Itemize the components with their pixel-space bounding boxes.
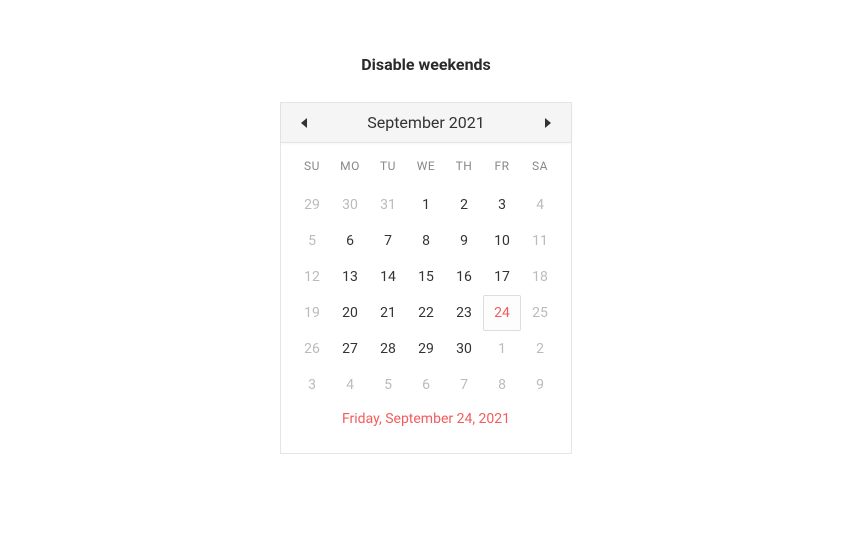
weekday-header: TH <box>445 153 483 179</box>
day-cell[interactable]: 27 <box>331 331 369 367</box>
month-year-label[interactable]: September 2021 <box>367 113 485 132</box>
day-cell[interactable]: 6 <box>331 223 369 259</box>
day-cell[interactable]: 22 <box>407 295 445 331</box>
calendar-body: SUMOTUWETHFRSA 2930311234567891011121314… <box>281 143 571 453</box>
day-cell[interactable]: 20 <box>331 295 369 331</box>
calendar-widget: September 2021 SUMOTUWETHFRSA 2930311234… <box>280 102 572 454</box>
day-cell: 11 <box>521 223 559 259</box>
calendar-header: September 2021 <box>281 103 571 143</box>
day-cell: 29 <box>293 187 331 223</box>
day-cell: 9 <box>521 367 559 403</box>
weekday-header: FR <box>483 153 521 179</box>
day-cell: 12 <box>293 259 331 295</box>
day-cell: 4 <box>521 187 559 223</box>
day-cell: 26 <box>293 331 331 367</box>
weekday-row: SUMOTUWETHFRSA <box>293 153 559 179</box>
day-cell[interactable]: 1 <box>483 331 521 367</box>
day-cell: 2 <box>521 331 559 367</box>
day-cell[interactable]: 31 <box>369 187 407 223</box>
day-cell[interactable]: 30 <box>331 187 369 223</box>
day-cell[interactable]: 9 <box>445 223 483 259</box>
chevron-right-icon <box>544 118 552 128</box>
day-cell: 19 <box>293 295 331 331</box>
day-cell[interactable]: 30 <box>445 331 483 367</box>
day-cell: 18 <box>521 259 559 295</box>
day-cell[interactable]: 1 <box>407 187 445 223</box>
day-cell[interactable]: 5 <box>369 367 407 403</box>
day-cell: 5 <box>293 223 331 259</box>
day-cell[interactable]: 14 <box>369 259 407 295</box>
weekday-header: SA <box>521 153 559 179</box>
selected-date-label: Friday, September 24, 2021 <box>293 403 559 441</box>
prev-month-button[interactable] <box>295 114 313 132</box>
day-cell[interactable]: 16 <box>445 259 483 295</box>
day-cell[interactable]: 24 <box>483 295 521 331</box>
page-title: Disable weekends <box>361 55 491 74</box>
days-grid: 2930311234567891011121314151617181920212… <box>293 187 559 403</box>
day-cell: 3 <box>293 367 331 403</box>
day-cell[interactable]: 7 <box>445 367 483 403</box>
day-cell[interactable]: 17 <box>483 259 521 295</box>
day-cell[interactable]: 3 <box>483 187 521 223</box>
day-cell[interactable]: 13 <box>331 259 369 295</box>
chevron-left-icon <box>300 118 308 128</box>
day-cell[interactable]: 15 <box>407 259 445 295</box>
weekday-header: SU <box>293 153 331 179</box>
next-month-button[interactable] <box>539 114 557 132</box>
day-cell[interactable]: 8 <box>483 367 521 403</box>
day-cell: 25 <box>521 295 559 331</box>
day-cell[interactable]: 29 <box>407 331 445 367</box>
weekday-header: WE <box>407 153 445 179</box>
day-cell[interactable]: 8 <box>407 223 445 259</box>
day-cell[interactable]: 7 <box>369 223 407 259</box>
weekday-header: TU <box>369 153 407 179</box>
day-cell[interactable]: 2 <box>445 187 483 223</box>
day-cell[interactable]: 6 <box>407 367 445 403</box>
day-cell[interactable]: 21 <box>369 295 407 331</box>
day-cell[interactable]: 23 <box>445 295 483 331</box>
weekday-header: MO <box>331 153 369 179</box>
day-cell[interactable]: 10 <box>483 223 521 259</box>
day-cell[interactable]: 4 <box>331 367 369 403</box>
day-cell[interactable]: 28 <box>369 331 407 367</box>
